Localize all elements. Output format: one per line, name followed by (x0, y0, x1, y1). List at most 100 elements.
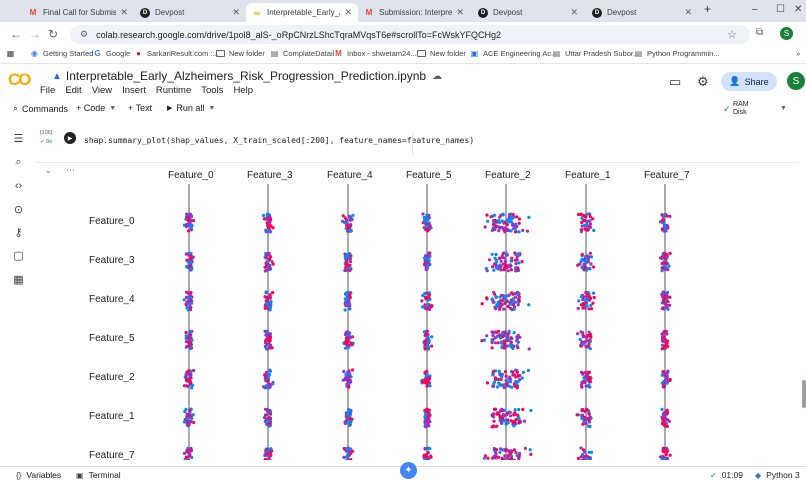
comment-icon[interactable]: ▭ (669, 74, 681, 90)
close-icon[interactable]: ✕ (232, 7, 240, 18)
find-icon[interactable]: ⌕ (12, 156, 25, 169)
browser-tab[interactable]: D Devpost ✕ (134, 3, 246, 22)
shap-point (424, 425, 428, 429)
shap-point (348, 260, 353, 264)
browser-tab[interactable]: M Submission: Interpretable ✕ (358, 3, 470, 22)
code-cell[interactable]: [106] ✓ 9s ▶ shap.summary_plot(shap_valu… (36, 123, 798, 163)
close-icon[interactable]: ✕ (344, 7, 352, 18)
bookmark-item[interactable]: M Inbox - shwetam24... (334, 49, 416, 58)
bookmark-item[interactable]: ▤ ComplateDatail (270, 49, 335, 58)
shap-point (580, 257, 584, 262)
bookmark-item[interactable]: ▤ Python Programmin... (634, 49, 720, 58)
back-icon[interactable]: ← (10, 27, 22, 41)
close-icon[interactable]: ✕ (684, 7, 692, 18)
key-icon[interactable]: ⚷ (12, 226, 25, 239)
commands-button[interactable]: ⌕ Commands (13, 103, 68, 114)
shap-point (264, 413, 268, 417)
row-label: Feature_2 (89, 372, 135, 383)
terminal-icon: ▣ (76, 470, 84, 480)
row-label: Feature_1 (89, 411, 135, 422)
toc-icon[interactable]: ☰ (12, 132, 25, 145)
more-bookmarks-icon[interactable]: » (796, 49, 800, 58)
run-cell-button[interactable]: ▶ (64, 132, 76, 144)
menu-runtime[interactable]: Runtime (156, 85, 191, 96)
menu-tools[interactable]: Tools (201, 85, 223, 96)
scrollbar-thumb[interactable] (802, 380, 806, 408)
shap-point (501, 448, 505, 452)
code-editor[interactable]: shap.summary_plot(shap_values, X_train_s… (84, 136, 474, 145)
menu-insert[interactable]: Insert (122, 85, 146, 96)
close-window-button[interactable]: ✕ (794, 4, 802, 15)
chevron-down-icon[interactable]: ▼ (780, 105, 787, 112)
forward-icon[interactable]: → (29, 27, 41, 41)
menu-view[interactable]: View (92, 85, 112, 96)
bookmark-item[interactable]: New folder (216, 49, 265, 58)
collapse-output-icon[interactable]: ⌄ (45, 166, 52, 175)
menu-edit[interactable]: Edit (65, 85, 81, 96)
browser-tab[interactable]: M Final Call for Submissions ✕ (22, 3, 134, 22)
menu-help[interactable]: Help (233, 85, 253, 96)
shap-point (517, 417, 521, 421)
shap-point (512, 307, 516, 311)
maximize-button[interactable]: ☐ (776, 4, 785, 15)
shap-point (265, 408, 269, 412)
close-icon[interactable]: ✕ (120, 7, 128, 18)
shap-point (485, 296, 489, 300)
shap-point (343, 420, 347, 424)
gear-icon[interactable]: ⚙ (697, 74, 709, 90)
bookmark-item[interactable]: ● SarkariResult.com :... (134, 49, 219, 58)
apps-icon[interactable]: ▦ (6, 49, 19, 58)
account-avatar[interactable]: S (787, 72, 805, 90)
colab-logo[interactable]: CO (8, 70, 31, 90)
shap-point (188, 419, 193, 424)
bookmark-star-icon[interactable]: ☆ (727, 28, 737, 41)
bookmark-item[interactable]: G Google (93, 49, 130, 58)
bookmark-item[interactable]: New folder (417, 49, 466, 58)
close-icon[interactable]: ✕ (570, 7, 578, 18)
shap-point (341, 214, 345, 218)
browser-tab-active[interactable]: ∞ Interpretable_Early_Alzhe ✕ (246, 3, 358, 22)
shap-point (189, 267, 193, 271)
shap-point (498, 256, 502, 260)
site-info-icon[interactable]: ⚙ (80, 29, 88, 40)
bookmark-item[interactable]: ◉ Getting Started (30, 49, 93, 58)
terminal-button[interactable]: ▣ Terminal (76, 470, 121, 480)
shap-point (494, 452, 498, 456)
browser-tab[interactable]: D Devpost ✕ (472, 3, 584, 22)
cloud-icon[interactable]: ☁ (432, 71, 442, 82)
bookmark-item[interactable]: ▣ ACE Engineering Ac... (470, 49, 558, 58)
resource-indicator[interactable]: ✓ RAM Disk (723, 101, 749, 117)
variables-icon[interactable]: ⊙ (12, 203, 25, 216)
profile-avatar[interactable]: S (780, 27, 793, 40)
shap-point (424, 296, 428, 301)
add-text-button[interactable]: + Text (128, 103, 152, 113)
code-snippets-icon[interactable]: ‹› (12, 179, 25, 192)
shap-point (268, 422, 272, 426)
minimize-button[interactable]: – (752, 4, 758, 15)
kernel-status[interactable]: ◆ Python 3 (755, 470, 800, 480)
shap-point (581, 306, 585, 310)
shap-point (349, 254, 353, 258)
gemini-button[interactable]: ✦ (400, 462, 417, 479)
chevron-down-icon[interactable]: ▼ (109, 105, 116, 112)
table-icon[interactable]: ▦ (12, 273, 25, 286)
url-bar[interactable]: ⚙ colab.research.google.com/drive/1pol8_… (70, 25, 750, 44)
menu-file[interactable]: File (40, 85, 55, 96)
browser-tab[interactable]: D Devpost ✕ (586, 3, 698, 22)
folder-icon[interactable]: ▢ (12, 249, 25, 262)
vertical-scrollbar[interactable] (798, 118, 806, 466)
chevron-down-icon[interactable]: ▼ (208, 105, 215, 112)
new-tab-button[interactable]: + (704, 2, 711, 16)
shap-point (426, 344, 430, 348)
variables-button[interactable]: {} Variables (16, 470, 61, 480)
extensions-icon[interactable]: ⧉ (756, 27, 763, 38)
reload-icon[interactable]: ↻ (48, 27, 58, 41)
bookmark-item[interactable]: ▤ Uttar Pradesh Subor... (552, 49, 640, 58)
notebook-title[interactable]: ▲ Interpretable_Early_Alzheimers_Risk_Pr… (52, 69, 442, 83)
add-code-button[interactable]: + Code ▼ (76, 103, 116, 113)
close-icon[interactable]: ✕ (456, 7, 464, 18)
run-all-button[interactable]: ▶ Run all ▼ (167, 103, 215, 113)
share-button[interactable]: 👤 Share (721, 72, 777, 91)
execution-status[interactable]: ✓ 01:09 (710, 470, 743, 480)
shap-point (587, 412, 591, 416)
